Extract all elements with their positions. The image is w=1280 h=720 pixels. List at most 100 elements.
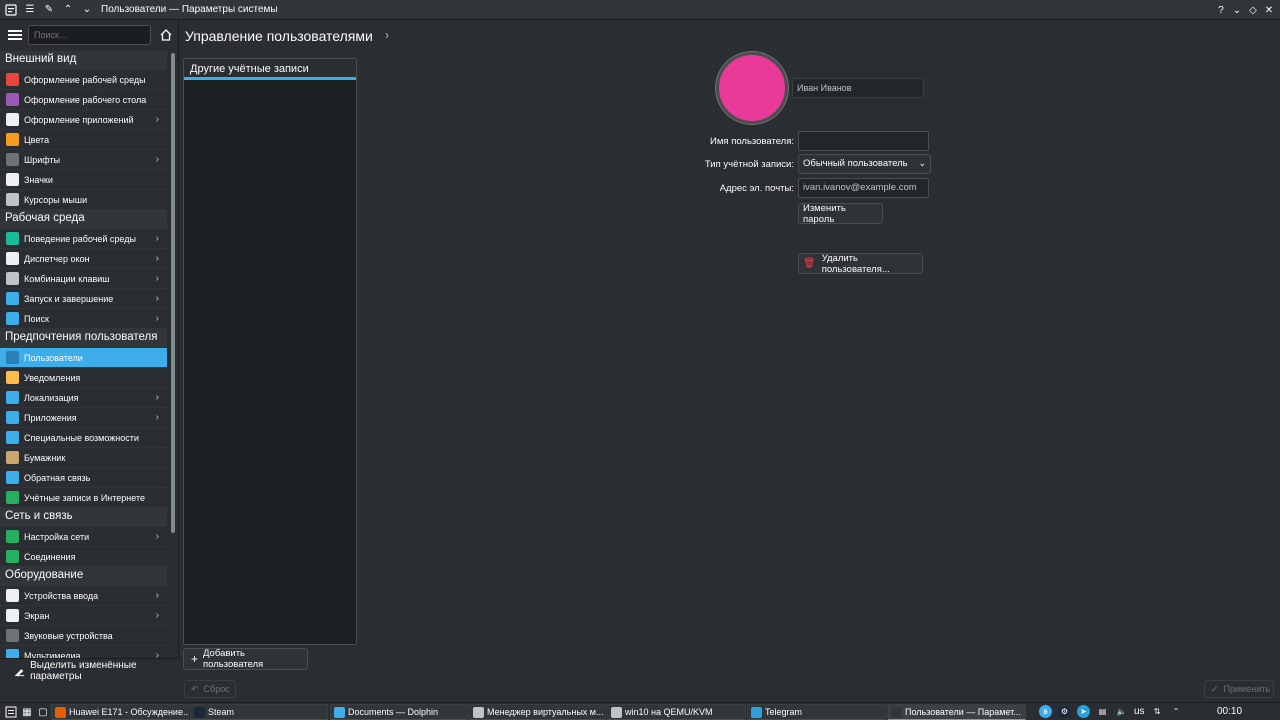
sidebar-category-header: Рабочая среда bbox=[0, 210, 167, 229]
sidebar-item[interactable]: Поиск › bbox=[0, 309, 167, 329]
module-icon bbox=[6, 589, 19, 602]
sidebar-item[interactable]: Пользователи bbox=[0, 348, 167, 368]
network-icon[interactable]: ⇅ bbox=[1151, 705, 1164, 718]
module-icon bbox=[6, 133, 19, 146]
change-password-button[interactable]: Изменить пароль bbox=[798, 202, 883, 225]
sidebar-item-label: Цвета bbox=[24, 134, 50, 145]
username-field[interactable] bbox=[798, 131, 929, 151]
sidebar-item-label: Настройка сети bbox=[24, 531, 90, 542]
taskbar-task[interactable]: Documents — Dolphin bbox=[330, 704, 468, 720]
avatar[interactable] bbox=[716, 52, 788, 124]
chevron-right-icon: › bbox=[155, 313, 159, 324]
module-icon bbox=[6, 351, 19, 364]
sidebar-category-header: Предпочтения пользователя bbox=[0, 329, 167, 348]
sidebar-item[interactable]: Курсоры мыши bbox=[0, 190, 167, 210]
pin-icon[interactable]: ✎ bbox=[41, 2, 57, 18]
expand-tray-icon[interactable]: ⌃ bbox=[1170, 705, 1183, 718]
minimize-icon[interactable]: ⌄ bbox=[1230, 2, 1244, 18]
add-user-button[interactable]: + Добавить пользователя bbox=[183, 648, 308, 670]
reset-button[interactable]: ↶ Сброс bbox=[184, 680, 236, 698]
sidebar-item[interactable]: Значки bbox=[0, 170, 167, 190]
clipboard-icon[interactable]: ▤ bbox=[1096, 705, 1109, 718]
taskbar-task[interactable]: Telegram bbox=[747, 704, 886, 720]
sidebar-item[interactable]: Локализация › bbox=[0, 388, 167, 408]
sidebar-item[interactable]: Настройка сети › bbox=[0, 527, 167, 547]
sidebar-item-label: Пользователи bbox=[24, 352, 83, 363]
chevron-right-icon: › bbox=[155, 610, 159, 621]
sidebar-category-header: Оборудование bbox=[0, 567, 167, 586]
sidebar-item[interactable]: Оформление приложений › bbox=[0, 110, 167, 130]
account-type-label: Тип учётной записи: bbox=[704, 159, 794, 170]
volume-icon[interactable]: 🔈 bbox=[1115, 705, 1128, 718]
task-app-icon bbox=[194, 706, 205, 718]
apply-button[interactable]: ✓ Применить bbox=[1204, 680, 1274, 698]
module-icon bbox=[6, 451, 19, 464]
add-user-label: Добавить пользователя bbox=[203, 648, 264, 670]
task-app-icon bbox=[334, 706, 345, 718]
sidebar-category-header: Сеть и связь bbox=[0, 508, 167, 527]
taskbar: ▦ ▢ Huawei E171 - Обсуждение... Steam Docu… bbox=[0, 702, 1280, 720]
sidebar-scrollbar[interactable] bbox=[171, 53, 175, 533]
keep-below-icon[interactable]: ⌄ bbox=[79, 2, 95, 18]
sidebar-item[interactable]: Обратная связь bbox=[0, 468, 167, 488]
full-name-field[interactable]: Иван Иванов bbox=[792, 78, 924, 98]
sidebar-item[interactable]: Запуск и завершение › bbox=[0, 289, 167, 309]
taskbar-task[interactable]: Huawei E171 - Обсуждение... bbox=[51, 704, 189, 720]
sidebar-item-label: Поведение рабочей среды bbox=[24, 233, 136, 244]
taskbar-task[interactable]: Steam bbox=[190, 704, 328, 720]
user-list[interactable]: Другие учётные записи bbox=[183, 58, 357, 645]
change-password-label: Изменить пароль bbox=[803, 202, 846, 225]
taskbar-task[interactable]: win10 на QEMU/KVM bbox=[607, 704, 746, 720]
clock[interactable]: 00:10 bbox=[1217, 706, 1242, 717]
sidebar-item[interactable]: Приложения › bbox=[0, 408, 167, 428]
sidebar-category-header: Внешний вид bbox=[0, 51, 167, 70]
chevron-down-icon: ⌄ bbox=[918, 158, 926, 168]
show-desktop-icon[interactable]: ▢ bbox=[34, 703, 52, 720]
module-icon bbox=[6, 371, 19, 384]
home-icon[interactable] bbox=[159, 28, 173, 42]
sidebar-item[interactable]: Звуковые устройства bbox=[0, 626, 167, 646]
app-icon[interactable] bbox=[3, 2, 19, 18]
sidebar-item[interactable]: Поведение рабочей среды › bbox=[0, 229, 167, 249]
sidebar-item[interactable]: Цвета bbox=[0, 130, 167, 150]
close-icon[interactable]: ✕ bbox=[1262, 2, 1276, 18]
sidebar-item[interactable]: Комбинации клавиш › bbox=[0, 269, 167, 289]
highlight-changed-settings-button[interactable]: Выделить изменённые параметры bbox=[0, 658, 179, 682]
sidebar-item[interactable]: Оформление рабочей среды bbox=[0, 70, 167, 90]
bluetooth-icon[interactable]: ʙ bbox=[1039, 705, 1052, 718]
email-field[interactable]: ivan.ivanov@example.com bbox=[798, 178, 929, 198]
sidebar-item[interactable]: Специальные возможности bbox=[0, 428, 167, 448]
steam-tray-icon[interactable]: ⚙ bbox=[1058, 705, 1071, 718]
telegram-tray-icon[interactable]: ➤ bbox=[1077, 705, 1090, 718]
window-title: Пользователи — Параметры системы bbox=[101, 4, 278, 15]
sidebar-item[interactable]: Шрифты › bbox=[0, 150, 167, 170]
search-input[interactable] bbox=[28, 25, 151, 45]
sidebar-item[interactable]: Устройства ввода › bbox=[0, 586, 167, 606]
keyboard-layout-indicator[interactable]: us bbox=[1134, 706, 1145, 717]
sidebar-item[interactable]: Оформление рабочего стола bbox=[0, 90, 167, 110]
delete-user-button[interactable]: 🗑 Удалить пользователя... bbox=[798, 253, 923, 275]
hamburger-menu-icon[interactable] bbox=[8, 30, 22, 40]
apply-label: Применить bbox=[1223, 684, 1271, 694]
sidebar-category-list: Внешний вид Оформление рабочей среды Оформ… bbox=[0, 51, 167, 666]
module-icon bbox=[6, 193, 19, 206]
sidebar-item-label: Специальные возможности bbox=[24, 432, 139, 443]
sidebar-item-label: Соединения bbox=[24, 551, 76, 562]
help-icon[interactable]: ? bbox=[1214, 2, 1228, 18]
module-icon bbox=[6, 153, 19, 166]
maximize-icon[interactable]: ◇ bbox=[1246, 2, 1260, 18]
taskbar-task[interactable]: Менеджер виртуальных м... bbox=[469, 704, 606, 720]
keep-above-icon[interactable]: ⌃ bbox=[60, 2, 76, 18]
taskbar-task[interactable]: Пользователи — Парамет... bbox=[887, 704, 1026, 720]
sidebar-item[interactable]: Учётные записи в Интернете bbox=[0, 488, 167, 508]
task-app-icon bbox=[611, 706, 622, 718]
sidebar-item[interactable]: Уведомления bbox=[0, 368, 167, 388]
sidebar-item[interactable]: Диспетчер окон › bbox=[0, 249, 167, 269]
sidebar-item[interactable]: Экран › bbox=[0, 606, 167, 626]
window-menu-icon[interactable]: ☰ bbox=[22, 2, 38, 18]
sidebar-item[interactable]: Бумажник bbox=[0, 448, 167, 468]
account-type-select[interactable]: Обычный пользователь ⌄ bbox=[798, 154, 931, 174]
chevron-right-icon: › bbox=[155, 273, 159, 284]
sidebar-item[interactable]: Соединения bbox=[0, 547, 167, 567]
module-icon bbox=[6, 530, 19, 543]
